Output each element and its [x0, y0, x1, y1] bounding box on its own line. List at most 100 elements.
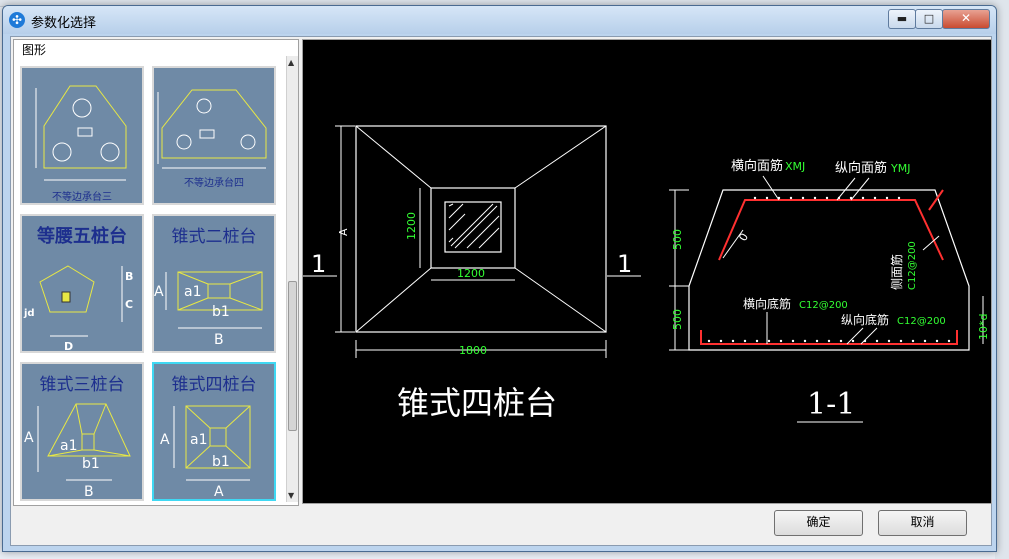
- dialog-title: 参数化选择: [31, 16, 97, 31]
- cancel-button[interactable]: 取消: [878, 510, 967, 536]
- shape-list-panel: 图形 不等边承台三 不等边承台四 等腰五桩台 B C D jd 锥式二桩台 A …: [13, 39, 299, 506]
- label-b: B: [214, 332, 224, 348]
- dialog-client-area: 图形 不等边承台三 不等边承台四 等腰五桩台 B C D jd 锥式二桩台 A …: [10, 36, 992, 546]
- dim-inner-vertical: 1200: [405, 212, 418, 240]
- top-rebar-dot: [885, 196, 889, 200]
- thumbnail-scrollbar[interactable]: ▲ ▼: [286, 56, 298, 502]
- label-b: B: [84, 484, 94, 499]
- label-a: A: [24, 430, 34, 446]
- section-dim-top: 500: [671, 229, 684, 250]
- background-app-edge: [995, 0, 1009, 559]
- bottom-rebar-dot: [935, 339, 939, 343]
- label-top-longitudinal-code: YMJ: [890, 162, 910, 175]
- label-top-longitudinal: 纵向面筋: [835, 160, 887, 176]
- bottom-rebar-dot: [731, 339, 735, 343]
- label-b1: b1: [212, 454, 230, 470]
- top-rebar-dot: [789, 196, 793, 200]
- bottom-rebar-dot: [911, 339, 915, 343]
- bottom-rebar-dot: [923, 339, 927, 343]
- bottom-rebar-dot: [815, 339, 819, 343]
- top-rebar-dot: [897, 196, 901, 200]
- top-rebar-dot: [825, 196, 829, 200]
- thumbnail-unequal-four-pile[interactable]: 不等边承台四: [152, 66, 276, 205]
- thumbnail-caption: 不等边承台四: [184, 178, 244, 189]
- cone-three-pile-drawing: A a1 b1 B: [24, 403, 131, 499]
- app-icon: ✣: [9, 12, 25, 28]
- unequal-three-pile-drawing: [35, 85, 127, 181]
- cone-four-pile-drawing: A a1 b1 A: [160, 405, 251, 499]
- bottom-rebar-dot: [875, 339, 879, 343]
- label-a: A: [154, 284, 164, 300]
- bottom-rebar-dot: [779, 339, 783, 343]
- label-top-transverse-code: XMJ: [785, 160, 805, 173]
- label-d: D: [64, 340, 73, 351]
- thumbnail-isosceles-five-pile[interactable]: 等腰五桩台 B C D jd: [20, 214, 144, 353]
- section-dim-bottom: 500: [671, 309, 684, 330]
- thumbnail-caption: 不等边承台三: [52, 192, 112, 203]
- ok-button[interactable]: 确定: [774, 510, 863, 536]
- label-bottom-longitudinal: 纵向底筋: [841, 312, 889, 327]
- label-top-transverse: 横向面筋: [731, 158, 783, 174]
- label-b1: b1: [212, 304, 230, 320]
- top-rebar-dot: [753, 196, 757, 200]
- dim-outer-vertical: A: [337, 228, 350, 236]
- bottom-rebar-dot: [839, 339, 843, 343]
- bottom-rebar-dot: [899, 339, 903, 343]
- top-rebar-dot: [801, 196, 805, 200]
- plan-title: 锥式四桩台: [397, 384, 557, 422]
- maximize-button[interactable]: □: [915, 9, 943, 29]
- bottom-rebar-dot: [827, 339, 831, 343]
- label-a: A: [160, 432, 170, 448]
- bottom-rebar-dot: [755, 339, 759, 343]
- dim-inner-horizontal: 1200: [457, 267, 485, 280]
- thumbnail-cone-three-pile[interactable]: 锥式三桩台 A a1 b1 B: [20, 362, 144, 501]
- scrollbar-thumb[interactable]: [288, 281, 297, 431]
- label-bottom-transverse: 横向底筋: [743, 296, 791, 311]
- section-title: 1-1: [807, 387, 855, 422]
- top-rebar-dot: [861, 196, 865, 200]
- bottom-rebar-dot: [947, 339, 951, 343]
- cad-preview-canvas: A 1200 1200 1800 1 1 锥式四桩台 500 500 10*d …: [302, 39, 992, 504]
- close-button[interactable]: ✕: [942, 9, 990, 29]
- bottom-rebar-dot: [719, 339, 723, 343]
- scroll-down-arrow-icon[interactable]: ▼: [288, 491, 294, 500]
- section-mark-left: 1: [311, 250, 326, 278]
- label-a-bottom: A: [214, 484, 224, 499]
- label-b1: b1: [82, 456, 100, 472]
- section-dim-right: 10*d: [977, 314, 990, 340]
- label-jd: jd: [23, 308, 35, 319]
- bottom-rebar-dot: [767, 339, 771, 343]
- label-a1: a1: [190, 432, 208, 448]
- label-bottom-transverse-code: C12@200: [799, 300, 848, 311]
- cad-preview-drawing: A 1200 1200 1800 1 1 锥式四桩台 500 500 10*d …: [303, 125, 990, 423]
- scroll-up-arrow-icon[interactable]: ▲: [288, 58, 294, 67]
- top-rebar-dot: [873, 196, 877, 200]
- thumbnail-unequal-three-pile[interactable]: 不等边承台三: [20, 66, 144, 205]
- label-bottom-longitudinal-code: C12@200: [897, 316, 946, 327]
- title-bar[interactable]: ✣ 参数化选择 ▬ □ ✕: [3, 6, 996, 34]
- bottom-rebar-dot: [887, 339, 891, 343]
- bottom-rebar-dot: [851, 339, 855, 343]
- label-a1: a1: [184, 284, 202, 300]
- top-rebar-dot: [813, 196, 817, 200]
- shape-thumbnail-grid: 不等边承台三 不等边承台四 等腰五桩台 B C D jd 锥式二桩台 A a1 …: [20, 56, 282, 502]
- label-a1: a1: [60, 438, 78, 454]
- dim-outer-horizontal: 1800: [459, 344, 487, 357]
- section-dim-slope: 0: [736, 231, 751, 244]
- top-rebar-dot: [765, 196, 769, 200]
- label-side: 侧面筋: [889, 254, 904, 290]
- thumbnail-cone-two-pile[interactable]: 锥式二桩台 A a1 b1 B: [152, 214, 276, 353]
- thumbnail-cone-four-pile[interactable]: 锥式四桩台 A a1 b1 A: [152, 362, 276, 501]
- isosceles-five-pile-drawing: B C D jd: [23, 265, 133, 351]
- section-mark-right: 1: [617, 250, 632, 278]
- parametric-selection-dialog: ✣ 参数化选择 ▬ □ ✕ 图形 不等边承台三 不等边承台四 等腰五桩台 B C…: [2, 5, 997, 552]
- label-c: C: [125, 298, 133, 311]
- label-side-code: C12@200: [907, 241, 918, 290]
- cone-two-pile-drawing: A a1 b1 B: [154, 271, 263, 348]
- label-b: B: [125, 270, 133, 283]
- bottom-rebar-dot: [803, 339, 807, 343]
- bottom-rebar-dot: [707, 339, 711, 343]
- minimize-button[interactable]: ▬: [888, 9, 916, 29]
- bottom-rebar-dot: [791, 339, 795, 343]
- bottom-rebar-dot: [743, 339, 747, 343]
